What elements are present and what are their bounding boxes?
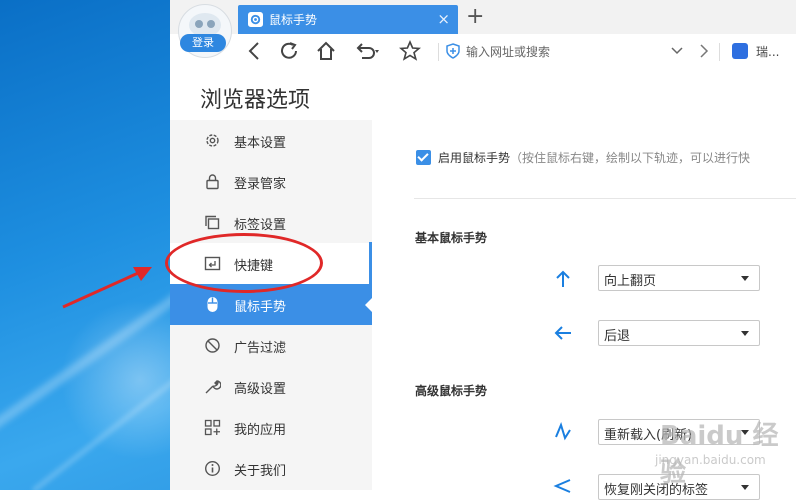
sidebar-item-login-manager[interactable]: 登录管家 (170, 161, 372, 202)
select-value: 向上翻页 (604, 274, 657, 289)
search-engine-text: 瑞... (756, 45, 780, 59)
sidebar-item-label: 关于我们 (234, 464, 287, 479)
apps-icon (204, 419, 221, 436)
tab-bar: 鼠标手势 × + (170, 0, 796, 34)
dropdown-arrow-icon (741, 276, 749, 281)
sidebar-item-label: 登录管家 (234, 177, 287, 192)
advanced-gesture-heading: 高级鼠标手势 (415, 384, 488, 398)
back-icon[interactable] (244, 40, 266, 62)
mouse-icon (207, 297, 218, 312)
baidu-paw-icon (732, 43, 748, 59)
sidebar-item-advanced[interactable]: 高级设置 (170, 366, 372, 407)
sidebar-item-label: 鼠标手势 (234, 300, 287, 315)
info-icon (204, 460, 221, 477)
arrow-left-icon (554, 326, 571, 340)
enable-gesture-text: 启用鼠标手势 (438, 151, 511, 165)
tab-title: 鼠标手势 (269, 13, 318, 27)
enable-gesture-checkbox[interactable] (416, 150, 431, 165)
address-placeholder: 输入网址或搜索 (466, 45, 551, 59)
sidebar-item-label: 我的应用 (234, 423, 287, 438)
divider (414, 198, 796, 199)
sidebar-item-basic[interactable]: 基本设置 (170, 120, 372, 161)
enable-gesture-label: 启用鼠标手势（按住鼠标右键，绘制以下轨迹，可以进行快 (438, 149, 750, 166)
sidebar: 基本设置 登录管家 标签设置 快捷键 鼠标手势 广告过滤 高级设置 我的应用 关… (170, 120, 373, 490)
basic-gesture-heading: 基本鼠标手势 (415, 231, 488, 245)
toolbar-separator (719, 43, 720, 61)
watermark-url: jingyan.baidu.com (655, 453, 766, 467)
reload-icon[interactable] (278, 40, 300, 62)
address-bar[interactable]: 输入网址或搜索 (442, 39, 712, 63)
gesture-up-select[interactable]: 向上翻页 (598, 265, 760, 291)
watermark-text: Baidu 经验 (660, 421, 779, 488)
sidebar-item-label: 广告过滤 (234, 341, 287, 356)
toolbar-separator (438, 43, 439, 61)
sidebar-item-label: 标签设置 (234, 218, 287, 233)
arrow-up-icon (556, 270, 570, 287)
gesture-left-select[interactable]: 后退 (598, 320, 760, 346)
home-icon[interactable] (315, 40, 337, 62)
sidebar-item-about[interactable]: 关于我们 (170, 448, 372, 489)
page-title: 浏览器选项 (200, 88, 311, 113)
lock-icon (206, 174, 219, 190)
sidebar-item-label: 基本设置 (234, 136, 287, 151)
wrench-icon (205, 380, 221, 394)
login-button[interactable]: 登录 (180, 34, 226, 52)
annotation-circle (165, 233, 323, 293)
star-icon[interactable] (399, 40, 421, 62)
shield-icon (446, 43, 460, 59)
zigzag-left-icon (553, 479, 571, 493)
gear-icon (248, 12, 263, 27)
page-header: 浏览器选项 (170, 68, 796, 121)
zigzag-icon (555, 422, 571, 441)
chevron-down-icon[interactable] (670, 44, 684, 58)
watermark: Baidu 经验 jingyan.baidu.com (600, 405, 790, 488)
enable-gesture-hint: （按住鼠标右键，绘制以下轨迹，可以进行快 (510, 151, 751, 165)
tabs-icon (205, 215, 220, 230)
sidebar-item-my-apps[interactable]: 我的应用 (170, 407, 372, 448)
tab-mouse-gesture[interactable]: 鼠标手势 × (238, 5, 458, 34)
new-tab-button[interactable]: + (466, 4, 484, 30)
annotation-arrow (62, 267, 152, 309)
search-box[interactable]: 瑞... (730, 42, 796, 62)
dropdown-arrow-icon (741, 331, 749, 336)
sidebar-item-ad-filter[interactable]: 广告过滤 (170, 325, 372, 366)
tab-close-button[interactable]: × (437, 10, 450, 28)
select-value: 后退 (604, 329, 631, 344)
sidebar-item-label: 高级设置 (234, 382, 287, 397)
chevron-right-icon[interactable] (698, 42, 710, 60)
gear-icon (206, 134, 219, 147)
block-icon (205, 338, 220, 353)
toolbar: 输入网址或搜索 瑞... (170, 34, 796, 69)
undo-close-icon[interactable] (354, 40, 380, 62)
